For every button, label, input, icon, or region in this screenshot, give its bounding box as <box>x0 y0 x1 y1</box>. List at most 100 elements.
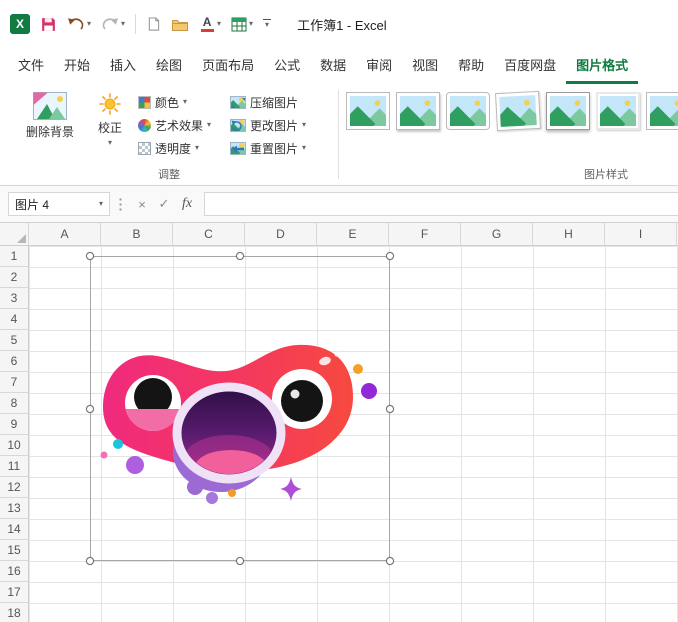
name-box[interactable]: 图片 4 ▾ <box>8 192 110 216</box>
cancel-button[interactable]: × <box>132 192 152 216</box>
tab-page-layout[interactable]: 页面布局 <box>192 48 264 84</box>
quick-access-overflow-button[interactable]: ▾ <box>263 19 272 29</box>
picture-thumbnail <box>499 95 537 127</box>
color-button[interactable]: 颜色 ▾ <box>138 92 187 112</box>
window-title: 工作簿1 - Excel <box>297 17 387 33</box>
transparency-button[interactable]: 透明度 ▾ <box>138 138 199 158</box>
cartoon-face-image <box>100 344 377 504</box>
formula-bar-drag-handle[interactable] <box>119 197 122 212</box>
picture-thumbnail <box>650 96 678 126</box>
tab-help[interactable]: 帮助 <box>448 48 494 84</box>
chevron-down-icon: ▾ <box>98 199 103 208</box>
row-header[interactable]: 2 <box>0 267 28 288</box>
open-file-button[interactable] <box>171 17 189 32</box>
save-icon <box>42 17 55 31</box>
corrections-button[interactable]: 校正 ▾ <box>88 92 132 147</box>
row-header[interactable]: 9 <box>0 414 28 435</box>
row-header[interactable]: 8 <box>0 393 28 414</box>
row-header[interactable]: 15 <box>0 540 28 561</box>
chevron-down-icon: ▾ <box>302 120 307 129</box>
row-header[interactable]: 5 <box>0 330 28 351</box>
chevron-down-icon: ▾ <box>107 138 112 147</box>
column-header-h[interactable]: H <box>533 223 605 245</box>
resize-handle-n[interactable] <box>236 252 244 260</box>
transparency-icon <box>138 141 151 155</box>
row-header[interactable]: 4 <box>0 309 28 330</box>
chevron-down-icon: ▾ <box>121 19 126 28</box>
chevron-down-icon: ▾ <box>265 20 270 29</box>
row-header[interactable]: 11 <box>0 456 28 477</box>
row-header[interactable]: 6 <box>0 351 28 372</box>
column-header-f[interactable]: F <box>389 223 461 245</box>
tab-formulas[interactable]: 公式 <box>264 48 310 84</box>
row-header[interactable]: 17 <box>0 582 28 603</box>
resize-handle-nw[interactable] <box>86 252 94 260</box>
picture-style-option[interactable] <box>596 92 640 130</box>
redo-button[interactable]: ▾ <box>101 16 125 32</box>
new-file-button[interactable] <box>146 16 161 32</box>
open-folder-icon <box>172 19 189 31</box>
picture-style-option[interactable] <box>646 92 678 130</box>
row-header[interactable]: 18 <box>0 603 28 622</box>
selected-picture[interactable] <box>86 252 394 565</box>
column-header-a[interactable]: A <box>29 223 101 245</box>
change-picture-label: 更改图片 <box>250 118 299 133</box>
tab-baidu-netdisk[interactable]: 百度网盘 <box>494 48 566 84</box>
picture-thumbnail <box>450 96 486 126</box>
undo-button[interactable]: ▾ <box>67 16 91 32</box>
column-header-g[interactable]: G <box>461 223 533 245</box>
remove-background-button[interactable]: 删除背景 <box>18 92 82 140</box>
enter-button[interactable]: ✓ <box>154 192 174 216</box>
tab-draw[interactable]: 绘图 <box>146 48 192 84</box>
picture-styles-group-label: 图片样式 <box>584 169 628 181</box>
insert-function-button[interactable]: fx <box>177 192 197 216</box>
picture-style-option[interactable] <box>346 92 390 130</box>
row-header[interactable]: 10 <box>0 435 28 456</box>
resize-handle-w[interactable] <box>86 404 94 413</box>
tab-file[interactable]: 文件 <box>8 48 54 84</box>
compress-picture-button[interactable]: 压缩图片 <box>230 92 298 112</box>
resize-handle-ne[interactable] <box>386 252 394 260</box>
reset-picture-button[interactable]: 重置图片 ▾ <box>230 138 306 158</box>
font-color-button[interactable]: A ▾ <box>199 16 221 32</box>
row-header[interactable]: 13 <box>0 498 28 519</box>
column-header-c[interactable]: C <box>173 223 245 245</box>
resize-handle-e[interactable] <box>386 404 394 413</box>
tab-data[interactable]: 数据 <box>310 48 356 84</box>
picture-thumbnail <box>600 96 636 126</box>
picture-style-option[interactable] <box>495 90 541 132</box>
column-header-b[interactable]: B <box>101 223 173 245</box>
row-header[interactable]: 7 <box>0 372 28 393</box>
picture-style-option[interactable] <box>396 92 440 130</box>
tab-home[interactable]: 开始 <box>54 48 100 84</box>
resize-handle-se[interactable] <box>386 557 394 565</box>
picture-styles-gallery <box>346 90 678 138</box>
column-header-d[interactable]: D <box>245 223 317 245</box>
row-headers: 1 2 3 4 5 6 7 8 9 10 11 12 13 14 15 16 1… <box>0 246 29 622</box>
tab-insert[interactable]: 插入 <box>100 48 146 84</box>
tab-picture-format[interactable]: 图片格式 <box>566 48 639 84</box>
artistic-effects-icon <box>138 118 151 132</box>
save-button[interactable] <box>40 16 57 33</box>
artistic-effects-button[interactable]: 艺术效果 ▾ <box>138 115 211 135</box>
row-header[interactable]: 1 <box>0 246 28 267</box>
resize-handle-s[interactable] <box>236 557 244 565</box>
toolbar-separator <box>135 14 137 34</box>
formula-input[interactable] <box>204 192 678 216</box>
tab-view[interactable]: 视图 <box>402 48 448 84</box>
ribbon-group-separator <box>338 90 339 179</box>
borders-button[interactable]: ▾ <box>231 17 253 32</box>
column-header-i[interactable]: I <box>605 223 677 245</box>
row-header[interactable]: 3 <box>0 288 28 309</box>
column-header-e[interactable]: E <box>317 223 389 245</box>
row-header[interactable]: 12 <box>0 477 28 498</box>
change-picture-button[interactable]: 更改图片 ▾ <box>230 115 306 135</box>
tab-review[interactable]: 审阅 <box>356 48 402 84</box>
row-header[interactable]: 14 <box>0 519 28 540</box>
row-header[interactable]: 16 <box>0 561 28 582</box>
picture-style-option[interactable] <box>546 92 590 130</box>
select-all-button[interactable] <box>0 223 29 245</box>
resize-handle-sw[interactable] <box>86 557 94 565</box>
picture-style-option[interactable] <box>446 92 490 130</box>
transparency-label: 透明度 <box>155 141 192 156</box>
